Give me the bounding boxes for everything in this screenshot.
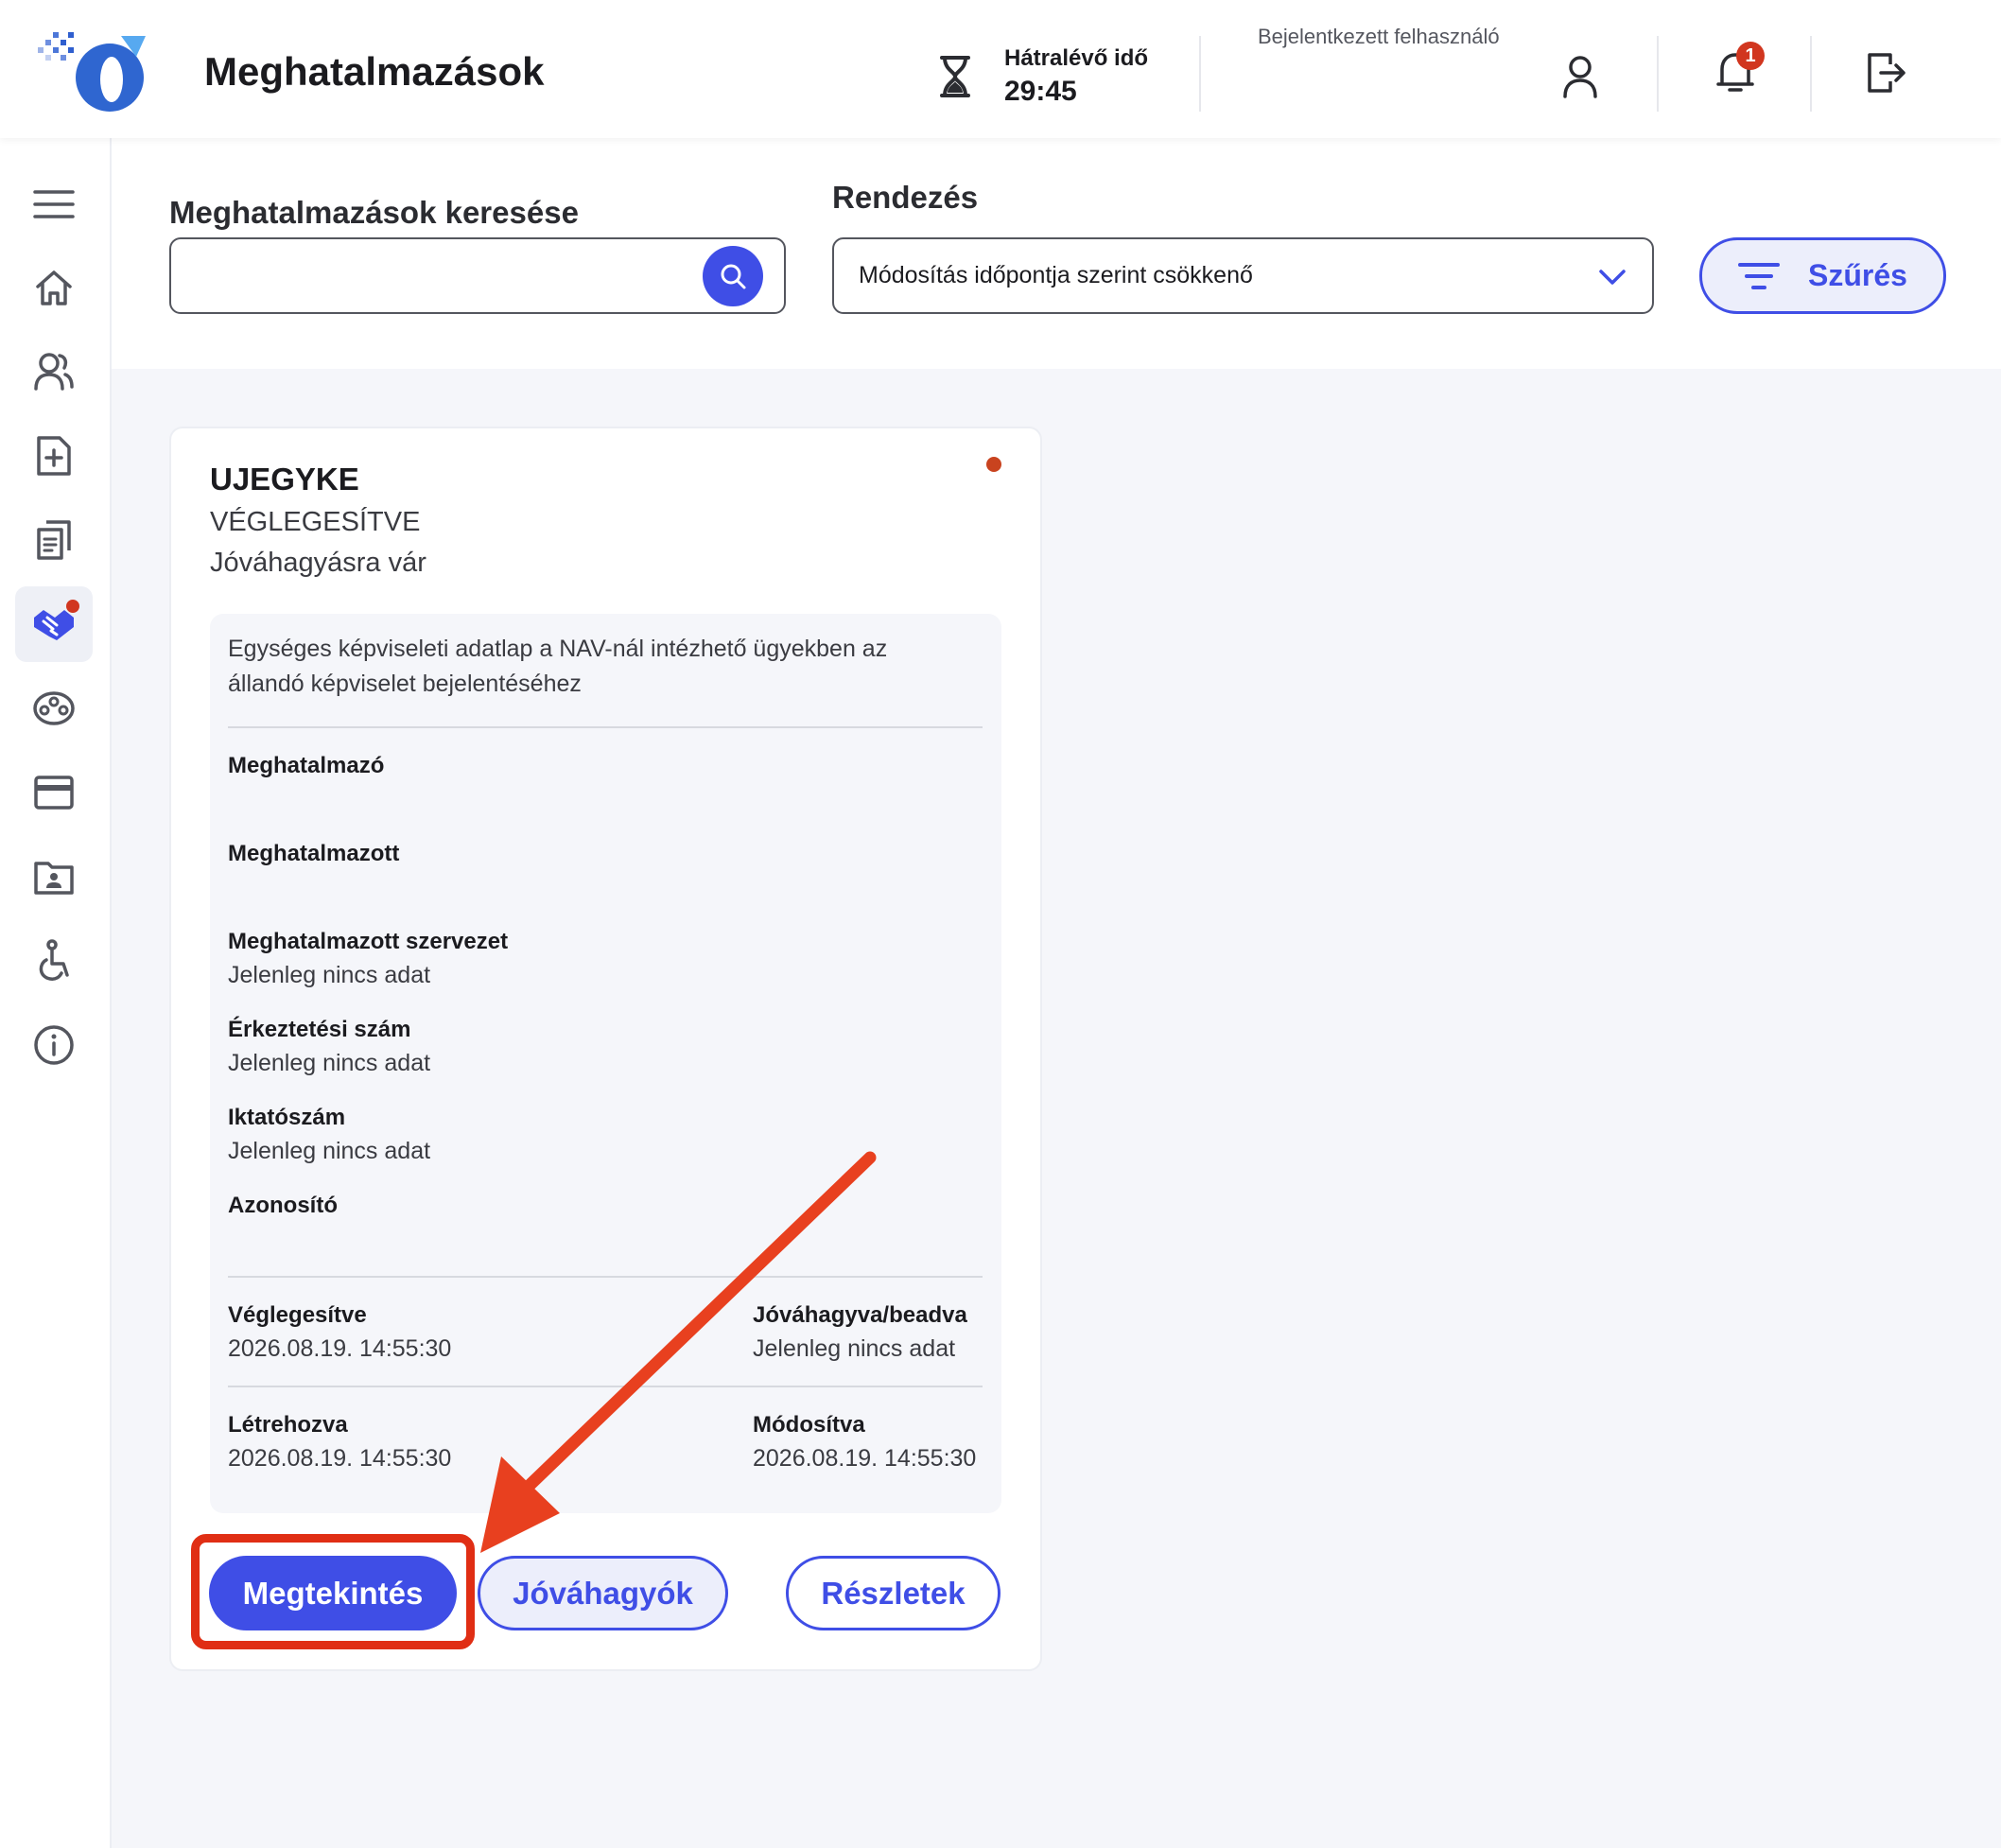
logged-in-user-label: Bejelentkezett felhasználó: [1258, 25, 1500, 48]
search-input[interactable]: [186, 249, 697, 304]
filter-icon: [1738, 262, 1781, 289]
id-card-icon: [34, 862, 74, 895]
sidebar-item-home[interactable]: [15, 250, 93, 325]
search-icon: [721, 264, 746, 289]
chevron-down-icon: [1599, 270, 1626, 285]
search-label: Meghatalmazások keresése: [169, 195, 579, 230]
created-value: 2026.08.19. 14:55:30: [228, 1445, 452, 1472]
timer-value: 29:45: [1004, 76, 1077, 107]
unread-indicator: [986, 457, 1001, 472]
card-icon: [34, 776, 74, 810]
sidebar-item-info[interactable]: [15, 1007, 93, 1083]
session-timer: Hátralévő idő 29:45: [936, 44, 1148, 110]
home-icon: [36, 270, 72, 305]
divider: [1199, 36, 1201, 112]
sort-label: Rendezés: [832, 180, 979, 215]
app-logo[interactable]: [34, 28, 149, 113]
hamburger-icon: [33, 190, 75, 218]
arrival-number-label: Érkeztetési szám: [228, 1017, 411, 1042]
notification-badge: 1: [1736, 42, 1765, 70]
info-icon: [34, 1025, 74, 1065]
sidebar-item-profile[interactable]: [15, 839, 93, 915]
accessibility-icon: [39, 939, 69, 981]
arrival-number-value: Jelenleg nincs adat: [228, 1050, 431, 1076]
highlight-box: [191, 1534, 475, 1649]
sidebar: [0, 138, 112, 1848]
organization-label: Meghatalmazott szervezet: [228, 929, 509, 954]
sidebar-item-payments[interactable]: [15, 755, 93, 830]
divider: [228, 726, 983, 728]
search-field: [169, 237, 786, 314]
page-title: Meghatalmazások: [204, 49, 545, 94]
user-profile-button[interactable]: [1558, 53, 1602, 100]
filter-button-label: Szűrés: [1808, 258, 1907, 292]
created-label: Létrehozva: [228, 1412, 348, 1438]
timer-label: Hátralévő idő: [1004, 45, 1149, 71]
document-plus-icon: [37, 436, 71, 476]
identifier-label: Azonosító: [228, 1193, 338, 1218]
search-button[interactable]: [703, 246, 763, 306]
card-substatus: Jóváhagyásra vár: [210, 548, 426, 578]
top-bar: Meghatalmazások Hátralévő idő 29:45 Beje…: [0, 0, 2001, 138]
annotation-arrow: [480, 1151, 877, 1553]
card-title: UJEGYKE: [210, 462, 359, 497]
sort-select[interactable]: Módosítás időpontja szerint csökkenő: [832, 237, 1654, 314]
principal-label: Meghatalmazó: [228, 753, 385, 778]
logout-icon: [1868, 53, 1905, 93]
organization-value: Jelenleg nincs adat: [228, 962, 431, 988]
filing-number-value: Jelenleg nincs adat: [228, 1138, 431, 1164]
agent-label: Meghatalmazott: [228, 841, 400, 866]
sidebar-item-menu[interactable]: [15, 166, 93, 242]
card-status: VÉGLEGESÍTVE: [210, 507, 421, 537]
sidebar-item-community[interactable]: [15, 671, 93, 746]
hourglass-icon: [940, 56, 970, 97]
card-description: Egységes képviseleti adatlap a NAV-nál i…: [228, 636, 888, 697]
users-icon: [34, 353, 74, 391]
sidebar-item-users[interactable]: [15, 334, 93, 410]
divider: [1810, 36, 1812, 112]
finalized-label: Véglegesítve: [228, 1302, 367, 1328]
sidebar-item-authorizations[interactable]: [15, 586, 93, 662]
user-icon: [1563, 56, 1597, 98]
documents-icon: [37, 520, 71, 560]
notifications-button[interactable]: 1: [1712, 42, 1765, 96]
filing-number-label: Iktatószám: [228, 1105, 346, 1130]
divider: [1657, 36, 1659, 112]
logout-button[interactable]: [1863, 49, 1910, 96]
filter-button[interactable]: Szűrés: [1699, 237, 1946, 314]
finalized-value: 2026.08.19. 14:55:30: [228, 1335, 452, 1362]
sidebar-item-accessibility[interactable]: [15, 923, 93, 999]
sort-selected-value: Módosítás időpontja szerint csökkenő: [859, 262, 1253, 288]
unread-dot: [66, 600, 79, 613]
community-icon: [33, 691, 75, 725]
sidebar-item-new-document[interactable]: [15, 418, 93, 494]
sidebar-item-documents[interactable]: [15, 502, 93, 578]
